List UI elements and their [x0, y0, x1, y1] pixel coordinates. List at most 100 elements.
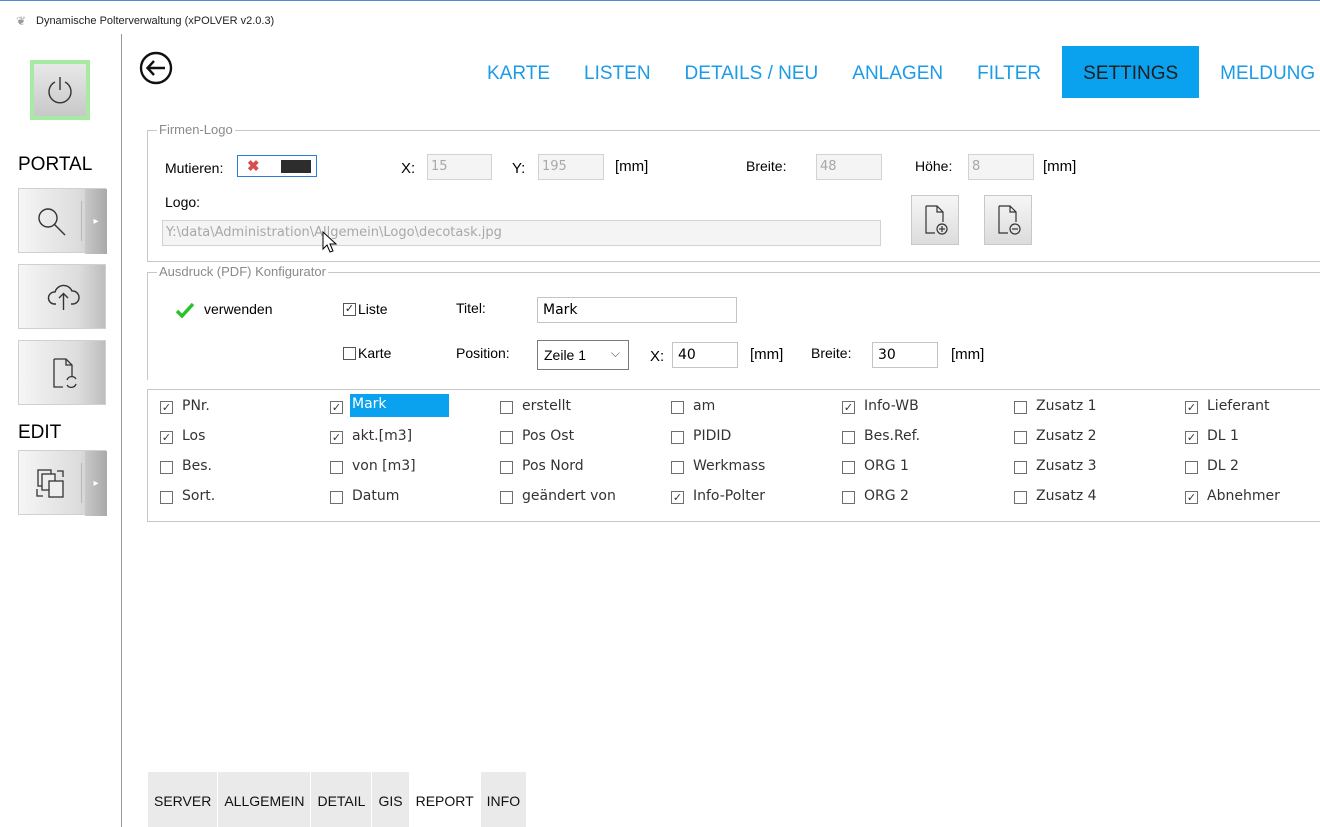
- add-logo-button[interactable]: [911, 195, 959, 245]
- column-checkbox[interactable]: [1014, 431, 1027, 444]
- column-option-label: akt.[m3]: [352, 428, 413, 444]
- column-checkbox[interactable]: [500, 431, 513, 444]
- pdf-x-input[interactable]: 40: [672, 342, 738, 368]
- column-checkbox[interactable]: [330, 461, 343, 474]
- column-checkbox[interactable]: [1014, 491, 1027, 504]
- column-checkbox[interactable]: [842, 491, 855, 504]
- column-checkbox[interactable]: [671, 461, 684, 474]
- power-button[interactable]: [30, 60, 90, 120]
- tab-server[interactable]: SERVER: [148, 772, 219, 827]
- tab-gis[interactable]: GIS: [372, 772, 410, 827]
- logo-x-field[interactable]: 15: [427, 154, 492, 180]
- column-checkbox[interactable]: [671, 431, 684, 444]
- position-select[interactable]: Zeile 1 ⌵: [537, 340, 629, 370]
- nav-listen[interactable]: LISTEN: [567, 46, 668, 98]
- column-option-label: ORG 2: [864, 488, 909, 504]
- mutieren-label: Mutieren:: [165, 160, 224, 176]
- logo-unit-label: [mm]: [615, 158, 649, 175]
- column-checkbox[interactable]: [1185, 461, 1198, 474]
- column-option-label: Mark: [350, 394, 449, 417]
- expand-arrow-icon[interactable]: ▸: [85, 189, 107, 254]
- document-refresh-button[interactable]: [18, 340, 106, 405]
- liste-label: Liste: [358, 301, 388, 317]
- column-option-label: Info-Polter: [693, 488, 766, 504]
- column-option-label: DL 2: [1207, 458, 1239, 474]
- remove-logo-button[interactable]: [984, 195, 1032, 245]
- logo-hoehe-field[interactable]: 8: [968, 154, 1034, 180]
- liste-checkbox[interactable]: ✓: [343, 303, 356, 316]
- logo-label: Logo:: [165, 194, 201, 210]
- column-option-label: PNr.: [182, 398, 210, 414]
- column-checkbox[interactable]: [330, 491, 343, 504]
- document-remove-icon: [998, 205, 1021, 235]
- column-option-label: ORG 1: [864, 458, 909, 474]
- nav-anlagen[interactable]: ANLAGEN: [835, 46, 960, 98]
- column-checkbox[interactable]: [671, 401, 684, 414]
- upload-button[interactable]: [18, 264, 106, 329]
- column-checkbox[interactable]: ✓: [160, 401, 173, 414]
- column-option-label: am: [693, 398, 716, 414]
- column-checkbox[interactable]: ✓: [842, 401, 855, 414]
- nav-details-neu[interactable]: DETAILS / NEU: [668, 46, 836, 98]
- column-checkbox[interactable]: ✓: [671, 491, 684, 504]
- column-option-label: Pos Ost: [522, 428, 575, 444]
- nav-meldung[interactable]: MELDUNG: [1203, 46, 1320, 98]
- nav-settings[interactable]: SETTINGS: [1062, 46, 1200, 98]
- column-option-label: Bes.Ref.: [864, 428, 921, 444]
- column-option-label: Lieferant: [1207, 398, 1270, 414]
- column-option-label: erstellt: [522, 398, 572, 414]
- column-checkbox[interactable]: [842, 431, 855, 444]
- logo-unit2-label: [mm]: [1043, 158, 1077, 175]
- swap-documents-icon: [36, 469, 64, 498]
- tab-allgemein[interactable]: ALLGEMEIN: [218, 772, 312, 827]
- column-option-label: Zusatz 2: [1036, 428, 1097, 444]
- column-checkbox[interactable]: ✓: [1185, 431, 1198, 444]
- column-checkbox[interactable]: ✓: [330, 401, 343, 414]
- column-checkbox[interactable]: ✓: [160, 431, 173, 444]
- column-checkbox[interactable]: [1014, 401, 1027, 414]
- title-bar: ❦ Dynamische Polterverwaltung (xPOLVER v…: [0, 0, 1320, 34]
- column-checkbox[interactable]: ✓: [1185, 491, 1198, 504]
- pdf-unit-label: [mm]: [750, 346, 784, 363]
- column-checkbox[interactable]: ✓: [330, 431, 343, 444]
- search-button[interactable]: ▸: [18, 188, 107, 254]
- logo-path-field[interactable]: Y:\data\Administration\Allgemein\Logo\de…: [162, 220, 881, 246]
- tab-info[interactable]: INFO: [480, 772, 528, 827]
- karte-checkbox[interactable]: [343, 347, 356, 360]
- tab-detail[interactable]: DETAIL: [311, 772, 373, 827]
- edit-label: EDIT: [18, 422, 62, 443]
- back-arrow-icon[interactable]: [138, 50, 174, 86]
- pdf-breite-input[interactable]: 30: [872, 342, 938, 368]
- expand-arrow-icon[interactable]: ▸: [85, 451, 107, 516]
- settings-tabs: SERVER ALLGEMEIN DETAIL GIS REPORT INFO: [148, 772, 528, 827]
- column-option-label: von [m3]: [352, 458, 416, 474]
- cloud-upload-icon: [47, 284, 80, 310]
- column-checkbox[interactable]: [500, 491, 513, 504]
- logo-y-field[interactable]: 195: [538, 154, 604, 180]
- logo-breite-field[interactable]: 48: [816, 154, 882, 180]
- nav-filter[interactable]: FILTER: [960, 46, 1058, 98]
- split-divider: [81, 201, 82, 241]
- column-checkbox[interactable]: [500, 461, 513, 474]
- titel-input[interactable]: Mark: [537, 297, 737, 323]
- search-icon: [38, 208, 66, 236]
- tab-report[interactable]: REPORT: [409, 772, 481, 827]
- nav-karte[interactable]: KARTE: [470, 46, 567, 98]
- chevron-down-icon: ⌵: [610, 346, 620, 360]
- logo-breite-label: Breite:: [746, 158, 787, 174]
- column-checkbox[interactable]: [500, 401, 513, 414]
- column-checkbox[interactable]: ✓: [1185, 401, 1198, 414]
- checkmark-icon: [175, 302, 195, 319]
- column-option-label: Abnehmer: [1207, 488, 1280, 504]
- column-option-label: Info-WB: [864, 398, 919, 414]
- main-nav: KARTE LISTEN DETAILS / NEU ANLAGEN FILTE…: [470, 46, 1320, 98]
- swap-button[interactable]: ▸: [18, 450, 107, 516]
- column-checkbox[interactable]: [1014, 461, 1027, 474]
- cross-icon: ✖: [247, 158, 260, 175]
- column-checkbox[interactable]: [160, 491, 173, 504]
- column-checkbox[interactable]: [842, 461, 855, 474]
- column-option-label: Datum: [352, 488, 400, 504]
- column-option-label: Zusatz 4: [1036, 488, 1097, 504]
- column-checkbox[interactable]: [160, 461, 173, 474]
- mutieren-toggle[interactable]: ✖: [237, 155, 317, 177]
